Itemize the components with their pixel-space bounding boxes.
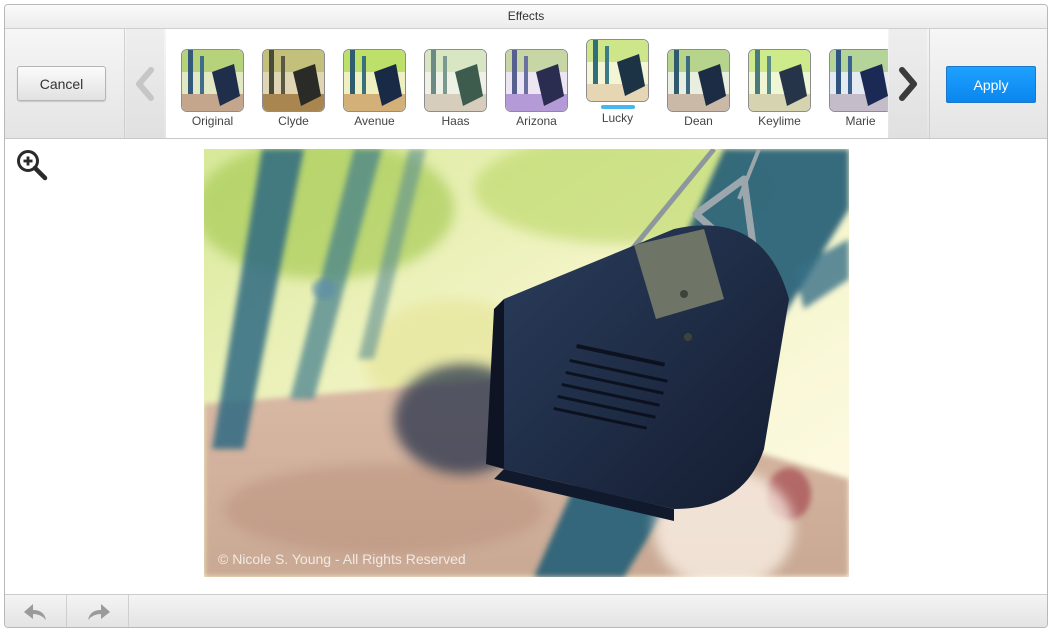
effects-dialog: Effects Cancel Original Clyde Avenue Haa… — [4, 4, 1048, 628]
effect-preview-image — [748, 49, 811, 112]
swing-photo — [204, 149, 849, 577]
cancel-button[interactable]: Cancel — [17, 66, 106, 101]
selected-effect-indicator — [600, 105, 635, 109]
effect-thumb-avenue[interactable]: Avenue — [342, 49, 407, 128]
chevron-left-icon — [136, 66, 154, 101]
effect-label: Dean — [684, 114, 713, 128]
effect-thumb-keylime[interactable]: Keylime — [747, 49, 812, 128]
effect-preview-image — [424, 49, 487, 112]
effect-thumb-marie[interactable]: Marie — [828, 49, 888, 128]
effect-thumb-dean[interactable]: Dean — [666, 49, 731, 128]
effect-thumb-clyde[interactable]: Clyde — [261, 49, 326, 128]
effect-preview-image — [181, 49, 244, 112]
toolbar-divider — [124, 29, 125, 138]
effect-preview-image — [262, 49, 325, 112]
effect-label: Marie — [845, 114, 876, 128]
effect-preview-image — [586, 39, 649, 102]
redo-button[interactable] — [67, 595, 128, 627]
history-divider — [128, 595, 129, 627]
dialog-title: Effects — [5, 5, 1047, 29]
effect-label: Avenue — [354, 114, 395, 128]
effect-thumb-haas[interactable]: Haas — [423, 49, 488, 128]
next-effects-button[interactable] — [889, 29, 927, 138]
effects-strip: Original Clyde Avenue Haas Arizona Lucky… — [166, 29, 888, 138]
redo-icon — [87, 603, 110, 620]
history-bar — [5, 594, 1047, 627]
zoom-in-icon[interactable] — [15, 148, 49, 182]
effect-thumb-original[interactable]: Original — [180, 49, 245, 128]
chevron-right-icon — [899, 66, 917, 101]
effect-label: Original — [191, 114, 234, 128]
photo-preview: © Nicole S. Young - All Rights Reserved — [204, 149, 849, 577]
effect-label: Clyde — [278, 114, 309, 128]
effect-label: Keylime — [758, 114, 801, 128]
previous-effects-button[interactable] — [126, 29, 164, 138]
effect-label: Haas — [441, 114, 470, 128]
effects-toolbar: Cancel Original Clyde Avenue Haas Arizon… — [5, 29, 1047, 139]
effect-preview-image — [505, 49, 568, 112]
effect-label: Lucky — [601, 111, 634, 125]
photo-credit: © Nicole S. Young - All Rights Reserved — [218, 551, 466, 567]
undo-icon — [23, 603, 46, 620]
effect-preview-image — [667, 49, 730, 112]
apply-button[interactable]: Apply — [946, 66, 1036, 103]
undo-button[interactable] — [5, 595, 66, 627]
effect-label: Arizona — [516, 114, 557, 128]
effect-preview-image — [343, 49, 406, 112]
image-canvas: © Nicole S. Young - All Rights Reserved — [5, 139, 1047, 594]
toolbar-divider — [929, 29, 930, 138]
effect-thumb-lucky[interactable]: Lucky — [585, 39, 650, 125]
effect-preview-image — [829, 49, 888, 112]
effect-thumb-arizona[interactable]: Arizona — [504, 49, 569, 128]
